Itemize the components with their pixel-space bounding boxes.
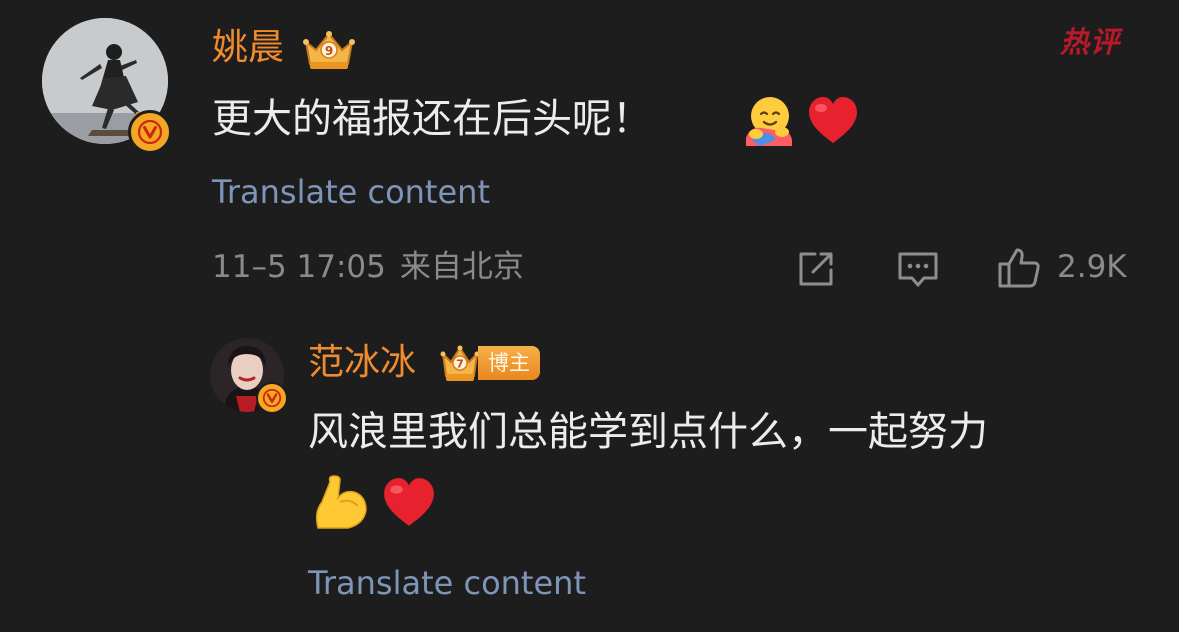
location: 来自北京 <box>399 249 524 285</box>
red-heart-emoji <box>384 478 434 526</box>
hot-comment-badge: 热评 <box>1060 25 1121 59</box>
comment-text: 更大的福报还在后头呢！ <box>212 96 652 142</box>
blogger-tag: 博主 <box>478 346 540 380</box>
svg-text:7: 7 <box>456 358 464 371</box>
crown-icon: 7 <box>440 345 480 381</box>
thumbs-up-icon[interactable] <box>996 246 1042 290</box>
svg-text:9: 9 <box>325 44 333 58</box>
comment-icon[interactable] <box>896 248 940 290</box>
hugging-face-emoji <box>746 97 792 146</box>
username[interactable]: 范冰冰 <box>308 345 416 381</box>
flexed-biceps-emoji <box>315 475 367 529</box>
verified-v-icon <box>256 382 288 414</box>
share-icon[interactable] <box>795 248 837 290</box>
timestamp: 11–5 17:05 <box>212 249 386 285</box>
translate-link[interactable]: Translate content <box>212 176 490 208</box>
like-count: 2.9K <box>1057 249 1127 285</box>
verified-v-icon <box>128 110 172 154</box>
reply-text: 风浪里我们总能学到点什么，一起努力 <box>308 409 988 455</box>
translate-link[interactable]: Translate content <box>308 567 586 599</box>
crown-icon: 9 <box>303 31 355 69</box>
red-heart-emoji <box>809 97 857 143</box>
username[interactable]: 姚晨 <box>212 30 284 66</box>
comment-meta: 11–5 17:05 来自北京 <box>212 252 524 283</box>
